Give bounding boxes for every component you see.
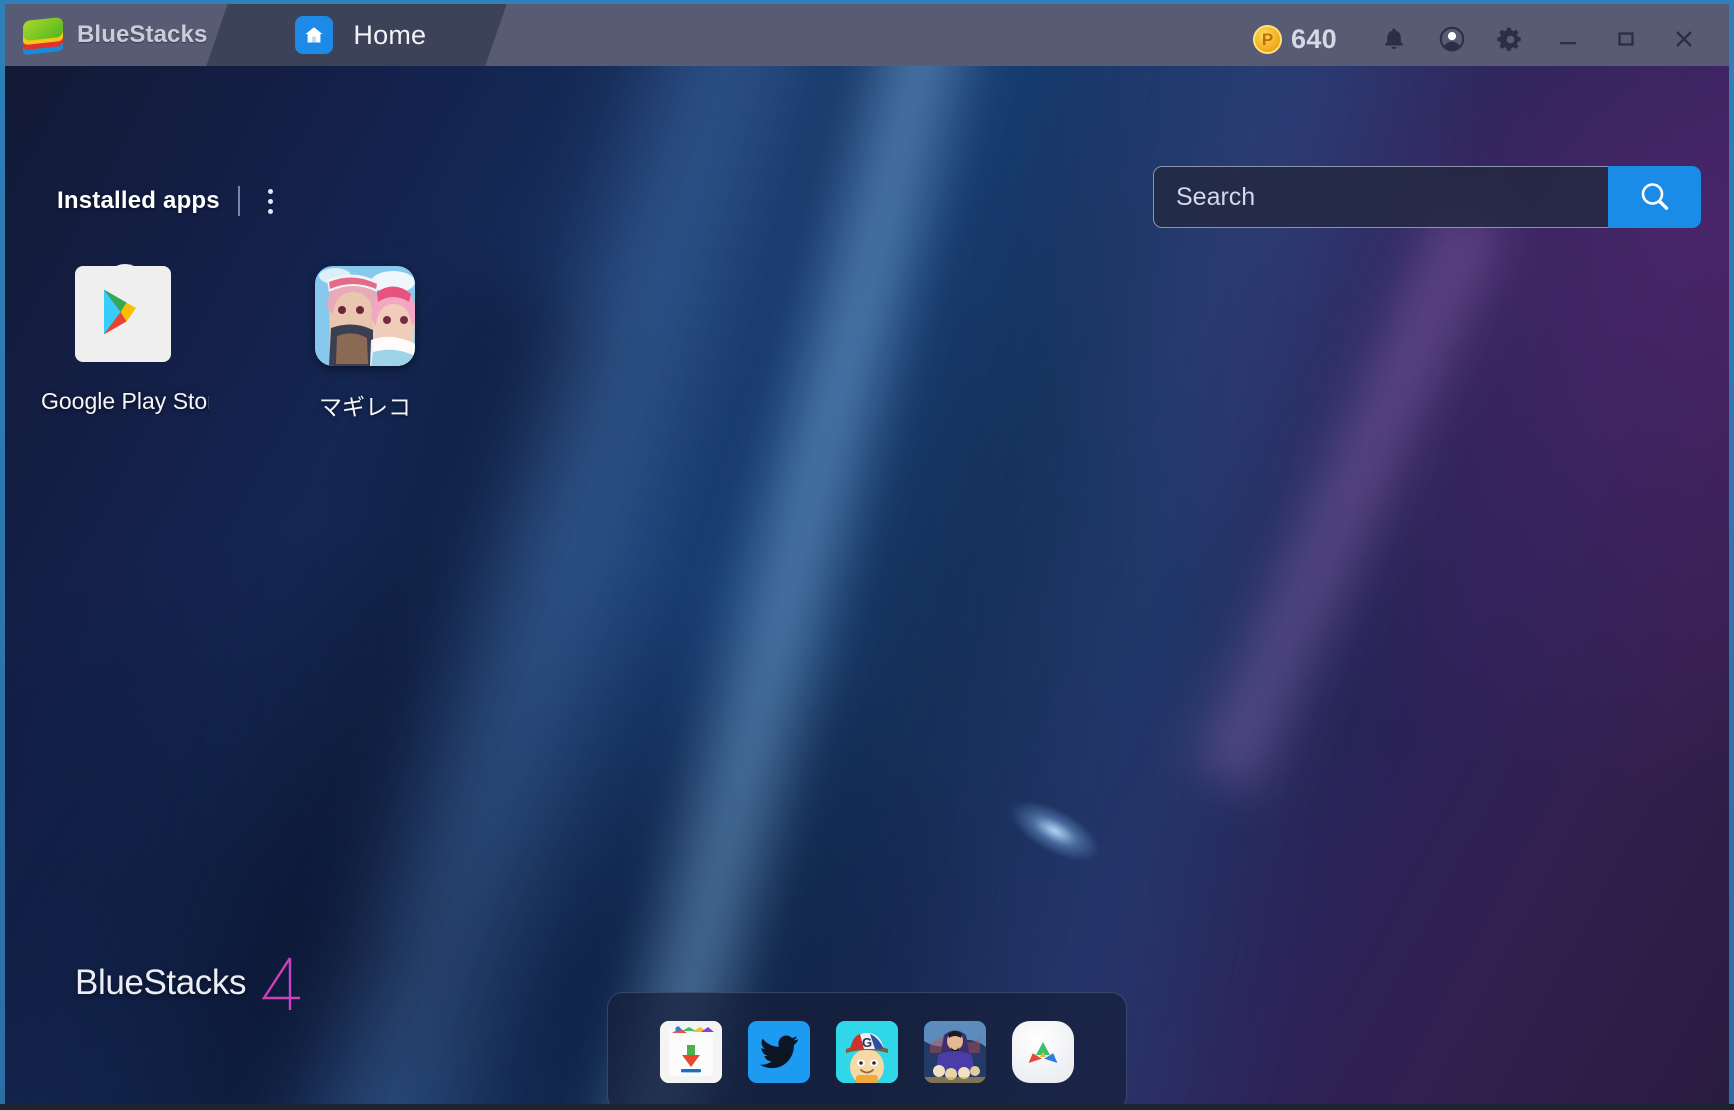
- dock-item-twitter[interactable]: [748, 1021, 810, 1083]
- twitter-bird-icon: [759, 1035, 798, 1069]
- dock-item-files[interactable]: [660, 1021, 722, 1083]
- tab-home[interactable]: Home: [217, 4, 496, 66]
- window-border-right: [1729, 0, 1734, 1110]
- app-magia-record[interactable]: マギレコ: [281, 266, 449, 422]
- more-options-icon[interactable]: [258, 184, 284, 218]
- bluestacks-window: BlueStacks Home P 640 Installed apps Sea…: [0, 0, 1734, 1110]
- cap-character-game-icon: G: [836, 1021, 898, 1083]
- dock-item-play-games[interactable]: [1012, 1021, 1074, 1083]
- watermark-version-4: [261, 957, 301, 1010]
- wallpaper-highlight-spark: [984, 775, 1126, 887]
- magia-record-icon: [315, 266, 415, 366]
- home-icon: [295, 16, 334, 54]
- brand-label: BlueStacks: [77, 21, 208, 48]
- search-icon: [1641, 183, 1668, 210]
- search-button[interactable]: [1608, 166, 1701, 228]
- points-indicator[interactable]: P 640: [1253, 24, 1337, 55]
- wallpaper-beam-4: [1173, 190, 1527, 802]
- dock-item-war-game[interactable]: [924, 1021, 986, 1083]
- google-play-games-icon: [1028, 1042, 1058, 1063]
- svg-text:G: G: [862, 1035, 872, 1050]
- app-label: Google Play Store: [41, 388, 209, 414]
- page-title: Installed apps: [57, 187, 220, 214]
- watermark-text: BlueStacks: [75, 963, 247, 1002]
- close-button[interactable]: [1655, 8, 1713, 66]
- account-button[interactable]: [1423, 8, 1481, 66]
- dock-item-game[interactable]: G: [836, 1021, 898, 1083]
- titlebar-controls: P 640: [1253, 8, 1713, 66]
- google-play-store-icon: [75, 264, 175, 366]
- wallpaper-beam-2: [513, 66, 1047, 1104]
- search-input[interactable]: [1153, 166, 1608, 228]
- maximize-button[interactable]: [1597, 8, 1655, 66]
- minimize-button[interactable]: [1539, 8, 1597, 66]
- notifications-button[interactable]: [1365, 8, 1423, 66]
- app-google-play-store[interactable]: Google Play Store: [41, 264, 209, 422]
- installed-apps-header: Installed apps: [57, 184, 284, 218]
- app-dock: G: [607, 992, 1127, 1104]
- bluestacks-logo-icon: [23, 16, 63, 56]
- coin-icon: P: [1253, 24, 1283, 54]
- points-value: 640: [1291, 23, 1337, 54]
- title-bar: BlueStacks Home P 640: [5, 4, 1729, 66]
- warlord-game-icon: [924, 1021, 986, 1083]
- android-home-screen: Installed apps Search Google Play Sto マギ…: [5, 66, 1729, 1104]
- settings-button[interactable]: [1481, 8, 1539, 66]
- wallpaper-beam-1: [199, 66, 891, 1104]
- app-grid: Google Play Store: [41, 264, 449, 422]
- tab-label: Home: [353, 19, 427, 50]
- app-brand: BlueStacks: [5, 4, 253, 66]
- window-border-bottom: [0, 1104, 1734, 1110]
- downloads-manager-icon: [660, 1021, 722, 1083]
- app-label: マギレコ: [319, 394, 411, 420]
- header-divider: [237, 186, 240, 216]
- search-bar: [1153, 166, 1701, 228]
- bluestacks-watermark: BlueStacks: [75, 954, 306, 1012]
